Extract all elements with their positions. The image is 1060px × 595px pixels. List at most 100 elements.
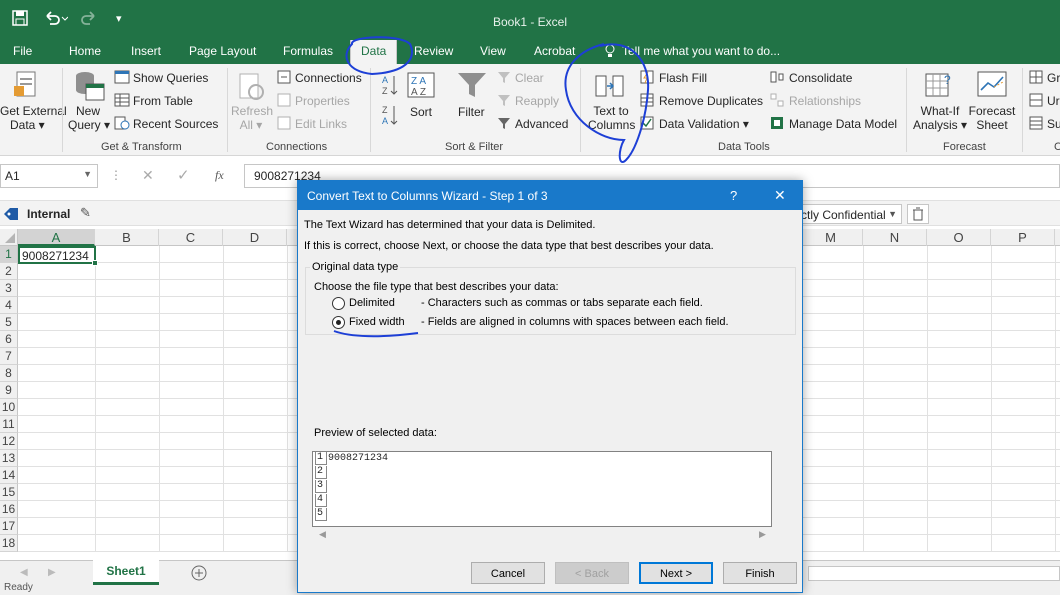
scroll-sheets-right-icon[interactable]: ▶ <box>48 567 56 578</box>
ungroup-button[interactable]: Ur <box>1047 94 1060 108</box>
radio-delimited-label[interactable]: Delimited <box>349 297 395 309</box>
cancel-button[interactable]: Cancel <box>471 562 545 584</box>
row-header[interactable]: 2 <box>0 263 18 280</box>
manage-data-model-button[interactable]: Manage Data Model <box>789 117 897 131</box>
column-header-p[interactable]: P <box>991 229 1055 246</box>
insert-function-icon[interactable]: fx <box>215 168 224 183</box>
radio-delimited[interactable] <box>332 297 345 310</box>
get-external-data-button[interactable]: Get External Data ▾ <box>0 104 67 132</box>
data-preview[interactable]: 1 2 3 4 5 9008271234 ▲ ▼ <box>312 451 772 527</box>
what-if-icon: ? <box>925 70 955 103</box>
fill-handle[interactable] <box>92 260 98 266</box>
dialog-title: Convert Text to Columns Wizard - Step 1 … <box>307 189 548 203</box>
sort-button[interactable]: Sort <box>410 105 432 119</box>
what-if-analysis-button[interactable]: What-If Analysis ▾ <box>913 104 967 132</box>
column-header-c[interactable]: C <box>159 229 223 246</box>
tab-insert[interactable]: Insert <box>131 44 161 58</box>
select-all-corner[interactable] <box>0 229 18 246</box>
row-header[interactable]: 17 <box>0 518 18 535</box>
column-header-d[interactable]: D <box>223 229 287 246</box>
enter-check-icon[interactable]: ✓ <box>177 166 190 184</box>
manage-data-model-icon <box>770 116 784 133</box>
row-header[interactable]: 14 <box>0 467 18 484</box>
row-header[interactable]: 4 <box>0 297 18 314</box>
name-box[interactable]: A1 ▼ <box>0 164 98 188</box>
row-header[interactable]: 18 <box>0 535 18 552</box>
row-header[interactable]: 6 <box>0 331 18 348</box>
column-header-m[interactable]: M <box>799 229 863 246</box>
text-to-columns-button[interactable]: Text to Columns <box>588 104 635 132</box>
add-sheet-icon[interactable] <box>190 564 208 585</box>
refresh-all-button[interactable]: Refresh All ▾ <box>231 104 273 132</box>
edit-pencil-icon[interactable]: ✎ <box>80 205 91 221</box>
next-button[interactable]: Next > <box>639 562 713 584</box>
help-button[interactable]: ? <box>730 188 737 203</box>
row-header[interactable]: 11 <box>0 416 18 433</box>
row-header[interactable]: 16 <box>0 501 18 518</box>
row-header[interactable]: 15 <box>0 484 18 501</box>
recent-sources-button[interactable]: Recent Sources <box>133 117 218 131</box>
group-label-get-transform: Get & Transform <box>101 141 182 153</box>
new-query-button[interactable]: New Query ▾ <box>68 104 110 132</box>
row-header[interactable]: 1 <box>0 246 18 263</box>
column-header-o[interactable]: O <box>927 229 991 246</box>
tab-page-layout[interactable]: Page Layout <box>189 44 256 58</box>
row-header[interactable]: 10 <box>0 399 18 416</box>
new-query-label-1: New <box>75 104 100 118</box>
subtotal-button[interactable]: Su <box>1047 117 1060 131</box>
reapply-button[interactable]: Reapply <box>515 94 559 108</box>
sheet-tab-sheet1[interactable]: Sheet1 <box>93 560 159 585</box>
consolidate-button[interactable]: Consolidate <box>789 71 852 85</box>
radio-fixed-width-label[interactable]: Fixed width <box>349 316 405 328</box>
clear-button[interactable]: Clear <box>515 71 544 85</box>
properties-button[interactable]: Properties <box>295 94 350 108</box>
row-header[interactable]: 12 <box>0 433 18 450</box>
advanced-button[interactable]: Advanced <box>515 117 568 131</box>
row-header[interactable]: 13 <box>0 450 18 467</box>
column-header-n[interactable]: N <box>863 229 927 246</box>
tab-formulas[interactable]: Formulas <box>283 44 333 58</box>
row-header[interactable]: 8 <box>0 365 18 382</box>
remove-duplicates-button[interactable]: Remove Duplicates <box>659 94 763 108</box>
column-header-a[interactable]: A <box>18 229 95 246</box>
from-table-button[interactable]: From Table <box>133 94 193 108</box>
tab-review[interactable]: Review <box>414 44 453 58</box>
cell-a1[interactable]: 9008271234 <box>18 246 98 266</box>
relationships-button[interactable]: Relationships <box>789 94 861 108</box>
delete-icon[interactable] <box>907 204 929 224</box>
radio-fixed-width[interactable] <box>332 316 345 329</box>
column-header-b[interactable]: B <box>95 229 159 246</box>
tab-home[interactable]: Home <box>69 44 101 58</box>
forecast-sheet-button[interactable]: Forecast Sheet <box>968 104 1016 132</box>
preview-scroll-left-icon[interactable]: ◀ <box>319 529 326 540</box>
row-header[interactable]: 3 <box>0 280 18 297</box>
finish-button[interactable]: Finish <box>723 562 797 584</box>
preview-scroll-right-icon[interactable]: ▶ <box>759 529 766 540</box>
filter-button[interactable]: Filter <box>458 105 485 119</box>
text-to-columns-label-1: Text to <box>593 104 629 118</box>
tell-me-box[interactable]: Tell me what you want to do... <box>622 44 780 58</box>
row-header[interactable]: 5 <box>0 314 18 331</box>
group-button[interactable]: Gr <box>1047 71 1060 85</box>
sort-za-icon[interactable]: ZA <box>382 104 398 129</box>
edit-links-button[interactable]: Edit Links <box>295 117 347 131</box>
tab-acrobat[interactable]: Acrobat <box>534 44 575 58</box>
close-button[interactable]: ✕ <box>774 187 786 204</box>
cancel-entry-icon[interactable]: ✕ <box>142 167 154 184</box>
data-validation-icon <box>640 116 654 133</box>
flash-fill-button[interactable]: Flash Fill <box>659 71 707 85</box>
data-validation-button[interactable]: Data Validation ▾ <box>659 117 749 131</box>
scroll-sheets-left-icon[interactable]: ◀ <box>20 567 28 578</box>
tab-view[interactable]: View <box>480 44 506 58</box>
row-header[interactable]: 9 <box>0 382 18 399</box>
tab-data[interactable]: Data <box>350 40 398 64</box>
name-box-dropdown-icon[interactable]: ▼ <box>83 169 92 179</box>
row-header[interactable]: 7 <box>0 348 18 365</box>
sort-az-icon[interactable]: AZ <box>382 74 398 99</box>
back-button[interactable]: < Back <box>555 562 629 584</box>
tab-file[interactable]: File <box>13 44 32 58</box>
show-queries-button[interactable]: Show Queries <box>133 71 208 85</box>
connections-button[interactable]: Connections <box>295 71 362 85</box>
chevron-down-icon: ▼ <box>888 209 897 219</box>
horizontal-scrollbar[interactable] <box>808 566 1060 581</box>
